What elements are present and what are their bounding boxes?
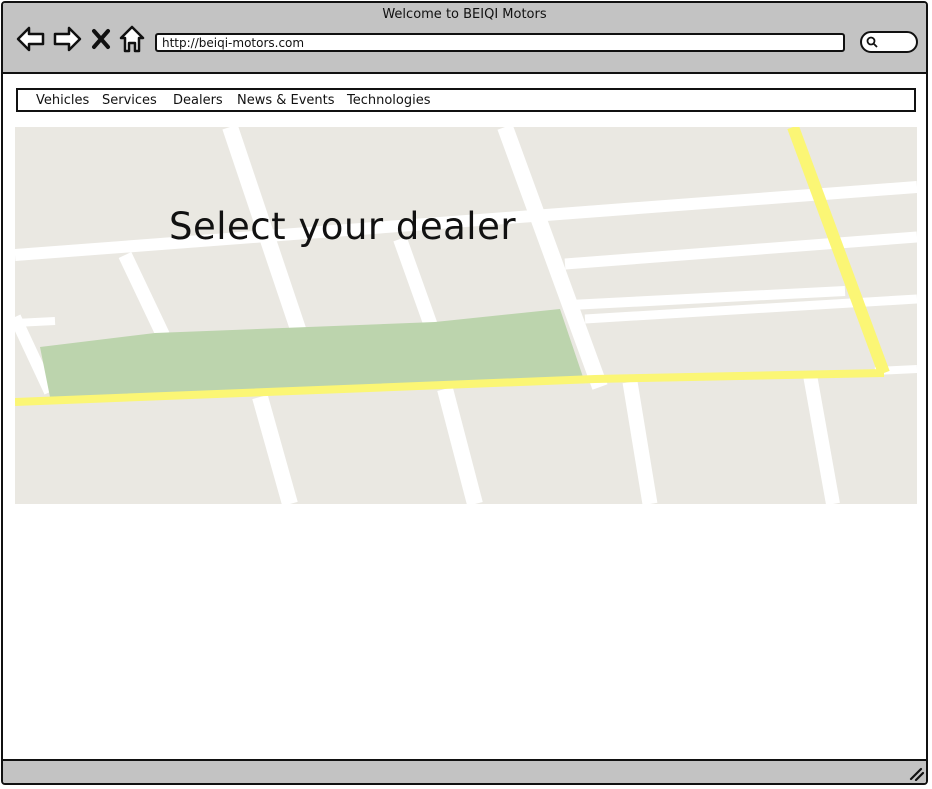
menu-item-technologies[interactable]: Technologies	[347, 93, 431, 108]
map-heading: Select your dealer	[169, 205, 517, 248]
main-menu: Vehicles Services Dealers News & Events …	[16, 88, 916, 112]
home-icon[interactable]	[116, 23, 148, 55]
menu-item-vehicles[interactable]: Vehicles	[36, 93, 89, 108]
menu-item-dealers[interactable]: Dealers	[173, 93, 223, 108]
resize-grip-icon[interactable]	[908, 765, 924, 781]
status-bar	[3, 759, 926, 783]
browser-window: Welcome to BEIQI Motors http://beiqi-mot…	[1, 1, 928, 785]
search-icon	[866, 36, 878, 48]
menu-item-services[interactable]: Services	[102, 93, 157, 108]
window-title: Welcome to BEIQI Motors	[382, 7, 547, 22]
menu-item-news-events[interactable]: News & Events	[237, 93, 335, 108]
dealer-map[interactable]: Select your dealer	[15, 127, 917, 504]
search-box[interactable]	[860, 31, 918, 53]
forward-arrow-icon[interactable]	[51, 23, 83, 55]
browser-toolbar: Welcome to BEIQI Motors http://beiqi-mot…	[3, 3, 926, 74]
address-bar[interactable]: http://beiqi-motors.com	[155, 33, 845, 52]
back-arrow-icon[interactable]	[15, 23, 47, 55]
map-graphic	[15, 127, 917, 504]
close-icon[interactable]	[89, 23, 113, 55]
